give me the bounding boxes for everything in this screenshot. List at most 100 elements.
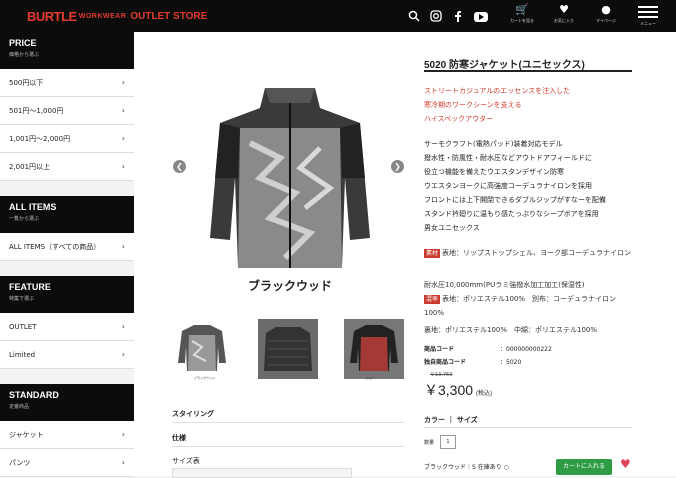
radio-icon[interactable]: ○ bbox=[504, 464, 509, 471]
item-label: 501円～1,000円 bbox=[9, 106, 64, 115]
item-label: 500円以下 bbox=[9, 78, 44, 87]
item-label: ALL ITEMS（すべての商品） bbox=[9, 242, 101, 251]
thumbnail-back[interactable] bbox=[258, 319, 318, 379]
price-value: ￥3,300 bbox=[424, 382, 474, 398]
color-size-heading: カラー ｜ サイズ bbox=[424, 416, 478, 424]
header-bar: BURTLE WORKWEAR OUTLET STORE 🛒 カートを見る ♥ … bbox=[0, 0, 676, 32]
tax-label: (税込) bbox=[476, 391, 493, 397]
cart-label: カートを見る bbox=[510, 18, 534, 23]
sidebar-item-price-4[interactable]: 2,001円以上 › bbox=[0, 153, 134, 181]
divider bbox=[172, 446, 404, 447]
prev-image-button[interactable]: ❮ bbox=[173, 160, 186, 173]
product-main: ブラックウッド ❮ ❯ ブラックウッド ルビー スタイリング 仕様 サイズ表 5… bbox=[134, 32, 676, 478]
item-label: OUTLET bbox=[9, 322, 37, 331]
section-subtitle: 定番商品 bbox=[9, 404, 30, 410]
feature-item: ウエスタンヨークに高強度コーデュラナイロンを採用 bbox=[424, 182, 592, 190]
section-subtitle: 特集で選ぶ bbox=[9, 296, 35, 302]
cart-button[interactable]: 🛒 カートを見る bbox=[506, 4, 538, 24]
feature-item: 撥水性・防風性・耐水圧などアウトドアフィールドに bbox=[424, 154, 592, 162]
mypage-button[interactable]: ● マイページ bbox=[590, 4, 622, 24]
catch-copy: ストリートカジュアルのエッセンスを注入した 寒冷期のワークシーンを支える ハイス… bbox=[424, 84, 570, 126]
feature-item: スタンド衿廻りに温もり感たっぷりなシープボアを採用 bbox=[424, 210, 599, 218]
sidebar-item-pants[interactable]: パンツ › bbox=[0, 449, 134, 477]
thumbnail-caption: ルビー bbox=[366, 376, 376, 380]
catch-line: 寒冷期のワークシーンを支える bbox=[424, 101, 522, 109]
image-caption: ブラックウッド bbox=[248, 278, 332, 293]
variant-option[interactable]: ブラックウッド｜S 在庫あり ○ bbox=[424, 462, 509, 471]
size-table-label: サイズ表 bbox=[172, 457, 200, 465]
spec-value: ：000000000222 bbox=[500, 346, 552, 353]
title-underline bbox=[424, 70, 632, 72]
spec-tab[interactable]: 仕様 bbox=[172, 433, 186, 443]
section-title: STANDARD bbox=[9, 390, 59, 400]
item-label: ジャケット bbox=[9, 430, 44, 439]
item-label: パンツ bbox=[9, 458, 31, 467]
spec-value: ：5020 bbox=[500, 359, 522, 366]
thumbnail-ruby[interactable] bbox=[344, 319, 404, 379]
feature-list: サーモクラフト(電熱パッド)装着対応モデル 撥水性・防風性・耐水圧などアウトドア… bbox=[424, 137, 606, 235]
favorite-button[interactable]: ♥ お気に入り bbox=[548, 4, 580, 24]
sidebar: PRICE 価格から選ぶ 500円以下 › 501円～1,000円 › 1,001円… bbox=[0, 32, 134, 477]
facebook-icon[interactable] bbox=[452, 10, 464, 22]
menu-label: メニュー bbox=[640, 21, 656, 26]
brand-logo[interactable]: BURTLE WORKWEAR OUTLET STORE bbox=[27, 9, 207, 24]
add-to-cart-button[interactable]: カートに入れる bbox=[556, 459, 612, 475]
chevron-right-icon: › bbox=[121, 430, 125, 439]
mypage-label: マイページ bbox=[596, 18, 616, 23]
store-label: OUTLET STORE bbox=[130, 11, 208, 22]
styling-tab[interactable]: スタイリング bbox=[172, 409, 214, 419]
sidebar-item-all-items[interactable]: ALL ITEMS（すべての商品） › bbox=[0, 233, 134, 261]
section-subtitle: 一覧から選ぶ bbox=[9, 216, 40, 222]
price-section-header: PRICE 価格から選ぶ bbox=[0, 32, 134, 69]
sidebar-item-jacket[interactable]: ジャケット › bbox=[0, 421, 134, 449]
heart-icon: ♥ bbox=[559, 3, 569, 16]
spec-row: 独自商品コード ：5020 bbox=[424, 357, 521, 366]
logo-sub: WORKWEAR bbox=[78, 13, 127, 20]
sidebar-item-price-3[interactable]: 1,001円～2,000円 › bbox=[0, 125, 134, 153]
search-icon[interactable] bbox=[408, 10, 420, 22]
feature-item: サーモクラフト(電熱パッド)装着対応モデル bbox=[424, 140, 563, 148]
product-title: 5020 防寒ジャケット(ユニセックス) bbox=[424, 60, 585, 71]
chevron-right-icon: › bbox=[121, 242, 125, 251]
sidebar-item-price-1[interactable]: 500円以下 › bbox=[0, 69, 134, 97]
hamburger-icon bbox=[638, 6, 658, 8]
chevron-right-icon: › bbox=[121, 350, 125, 359]
cart-icon: 🛒 bbox=[515, 3, 529, 16]
thumbnail-blackwood[interactable] bbox=[172, 319, 232, 379]
sidebar-item-outlet[interactable]: OUTLET › bbox=[0, 313, 134, 341]
quantity-label: 数量 bbox=[424, 440, 435, 446]
header-icons bbox=[408, 10, 488, 22]
user-icon: ● bbox=[601, 3, 611, 16]
menu-button[interactable]: メニュー bbox=[638, 6, 658, 27]
chevron-right-icon: › bbox=[121, 134, 125, 143]
all-items-section-header: ALL ITEMS 一覧から選ぶ bbox=[0, 196, 134, 233]
catch-line: ストリートカジュアルのエッセンスを注入した bbox=[424, 87, 571, 95]
spec-key: 独自商品コード bbox=[424, 359, 467, 366]
quantity-input[interactable]: 1 bbox=[440, 435, 456, 449]
feature-item: 男女ユニセックス bbox=[424, 224, 480, 232]
favorite-heart-icon[interactable]: ♥ bbox=[620, 457, 631, 471]
item-label: 2,001円以上 bbox=[9, 162, 51, 171]
section-title: ALL ITEMS bbox=[9, 202, 57, 212]
standard-section-header: STANDARD 定番商品 bbox=[0, 384, 134, 421]
next-image-button[interactable]: ❯ bbox=[391, 160, 404, 173]
feature-item: 役立つ機能を備えたウエスタンデザイン防寒 bbox=[424, 168, 564, 176]
sidebar-item-price-2[interactable]: 501円～1,000円 › bbox=[0, 97, 134, 125]
instagram-icon[interactable] bbox=[430, 10, 442, 22]
catch-line: ハイスペックアウター bbox=[424, 115, 494, 123]
thumbnail-caption: ブラックウッド bbox=[194, 376, 216, 380]
size-table bbox=[172, 468, 352, 478]
spec-row: 商品コード ：000000000222 bbox=[424, 344, 552, 353]
sidebar-item-limited[interactable]: Limited › bbox=[0, 341, 134, 369]
chevron-right-icon: › bbox=[121, 106, 125, 115]
favorite-label: お気に入り bbox=[554, 18, 574, 23]
item-label: 1,001円～2,000円 bbox=[9, 134, 71, 143]
sale-price: ￥3,300 (税込) bbox=[424, 380, 492, 400]
youtube-icon[interactable] bbox=[474, 11, 488, 22]
material-info: 素材 表地：リップストップシェル、ヨーク部コーデュラナイロン bbox=[424, 246, 634, 260]
chevron-right-icon: › bbox=[121, 78, 125, 87]
chevron-right-icon: › bbox=[121, 162, 125, 171]
original-price: ￥13,750 bbox=[430, 372, 453, 378]
lining-text: 裏地：ポリエステル100% 中綿：ポリエステル100% bbox=[424, 326, 598, 334]
item-label: Limited bbox=[9, 350, 36, 359]
